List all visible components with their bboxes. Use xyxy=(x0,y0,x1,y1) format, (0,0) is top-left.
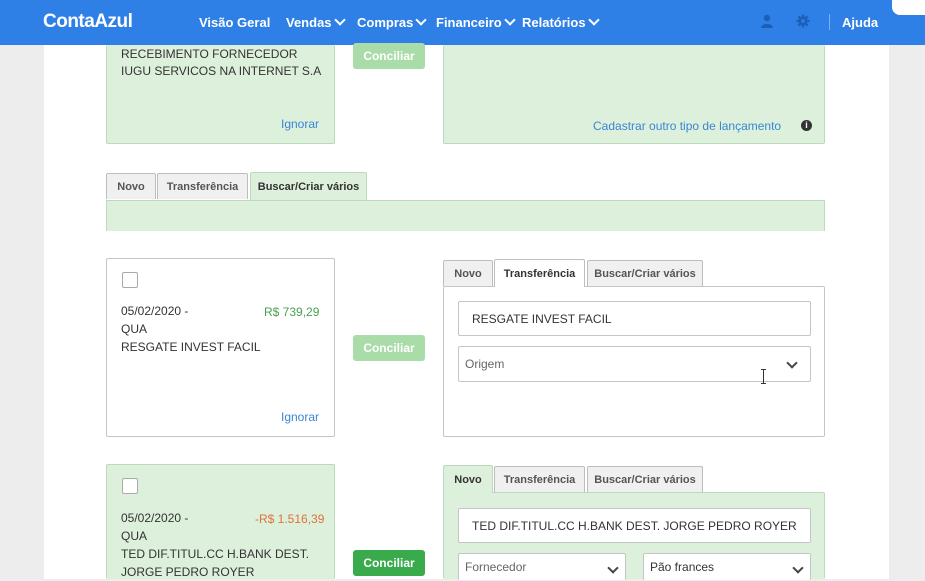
origem-select[interactable]: Origem xyxy=(458,346,811,382)
transaction-weekday: QUA xyxy=(121,322,148,336)
match-panel: Cadastrar outro tipo de lançamento i xyxy=(443,45,825,144)
nav-label: Compras xyxy=(357,15,414,30)
chevron-down-icon xyxy=(504,14,516,26)
user-icon[interactable] xyxy=(761,14,773,33)
select-value: Pão frances xyxy=(650,560,715,574)
tab-transferencia[interactable]: Transferência xyxy=(157,173,248,199)
categoria-select[interactable]: Pão frances xyxy=(643,553,811,580)
top-navbar: ContaAzul Visão Geral Vendas Compras Fin… xyxy=(0,0,925,45)
nav-vendas[interactable]: Vendas xyxy=(286,14,346,30)
gear-icon[interactable] xyxy=(796,14,810,33)
nav-compras[interactable]: Compras xyxy=(357,14,428,30)
help-link[interactable]: Ajuda xyxy=(842,15,878,30)
bank-transaction-card: 05/02/2020 - QUA RESGATE INVEST FACIL R$… xyxy=(106,258,335,437)
select-placeholder: Origem xyxy=(465,357,505,371)
app-logo[interactable]: ContaAzul xyxy=(43,11,133,33)
transaction-date: 05/02/2020 - xyxy=(121,511,189,525)
tab-panel xyxy=(106,200,825,231)
tab-transferencia[interactable]: Transferência xyxy=(494,466,585,492)
bank-transaction-card: RECEBIMENTO FORNECEDOR IUGU SERVICOS NA … xyxy=(106,45,335,144)
info-icon[interactable]: i xyxy=(801,120,812,131)
tab-novo[interactable]: Novo xyxy=(443,465,493,493)
select-checkbox[interactable] xyxy=(122,272,138,288)
nav-financeiro[interactable]: Financeiro xyxy=(436,14,516,30)
register-other-link[interactable]: Cadastrar outro tipo de lançamento xyxy=(593,119,781,133)
nav-label: Visão Geral xyxy=(199,15,271,30)
chevron-down-icon xyxy=(415,14,428,26)
transaction-weekday: QUA xyxy=(121,529,148,543)
tab-transferencia[interactable]: Transferência xyxy=(494,259,585,287)
select-placeholder: Fornecedor xyxy=(465,560,527,574)
transaction-description: TED DIF.TITUL.CC H.BANK DEST. xyxy=(121,547,310,561)
bank-transaction-card: 05/02/2020 - QUA TED DIF.TITUL.CC H.BANK… xyxy=(106,464,335,579)
transaction-description: RECEBIMENTO FORNECEDOR xyxy=(121,47,298,61)
chevron-down-icon xyxy=(587,14,600,26)
divider xyxy=(829,14,830,30)
nav-label: Relatórios xyxy=(522,15,586,30)
fornecedor-select[interactable]: Fornecedor xyxy=(458,553,626,580)
transaction-description: JORGE PEDRO ROYER xyxy=(121,565,255,579)
conciliar-button[interactable]: Conciliar xyxy=(353,43,425,69)
tab-novo[interactable]: Novo xyxy=(106,173,156,199)
chevron-down-icon xyxy=(333,14,346,26)
transaction-description: RESGATE INVEST FACIL xyxy=(121,340,261,354)
tab-panel: TED DIF.TITUL.CC H.BANK DEST. JORGE PEDR… xyxy=(443,492,825,580)
transaction-amount: R$ 739,29 xyxy=(264,305,320,319)
description-input[interactable]: TED DIF.TITUL.CC H.BANK DEST. JORGE PEDR… xyxy=(458,508,811,543)
nav-relatorios[interactable]: Relatórios xyxy=(522,14,600,30)
transaction-amount: -R$ 1.516,39 xyxy=(255,512,325,526)
conciliar-button[interactable]: Conciliar xyxy=(353,335,425,361)
nav-label: Financeiro xyxy=(436,15,502,30)
nav-label: Vendas xyxy=(286,15,332,30)
transaction-description: IUGU SERVICOS NA INTERNET S.A xyxy=(121,64,322,78)
conciliar-button[interactable]: Conciliar xyxy=(353,550,425,576)
tab-panel: RESGATE INVEST FACIL Origem xyxy=(443,286,825,437)
ignore-link[interactable]: Ignorar xyxy=(281,117,319,131)
tab-novo[interactable]: Novo xyxy=(443,260,493,286)
chevron-down-icon xyxy=(786,357,798,369)
chevron-down-icon xyxy=(607,562,619,574)
ignore-link[interactable]: Ignorar xyxy=(281,410,319,424)
transaction-date: 05/02/2020 - xyxy=(121,304,189,318)
description-input[interactable]: RESGATE INVEST FACIL xyxy=(458,301,811,336)
nav-visao-geral[interactable]: Visão Geral xyxy=(199,15,270,30)
chevron-down-icon xyxy=(792,562,804,574)
tab-buscar-criar[interactable]: Buscar/Criar vários xyxy=(250,172,367,200)
tab-buscar-criar[interactable]: Buscar/Criar vários xyxy=(587,466,703,492)
tab-buscar-criar[interactable]: Buscar/Criar vários xyxy=(587,260,703,286)
text-cursor-icon xyxy=(761,369,767,385)
select-checkbox[interactable] xyxy=(122,478,138,494)
notification-tab[interactable] xyxy=(892,0,925,15)
